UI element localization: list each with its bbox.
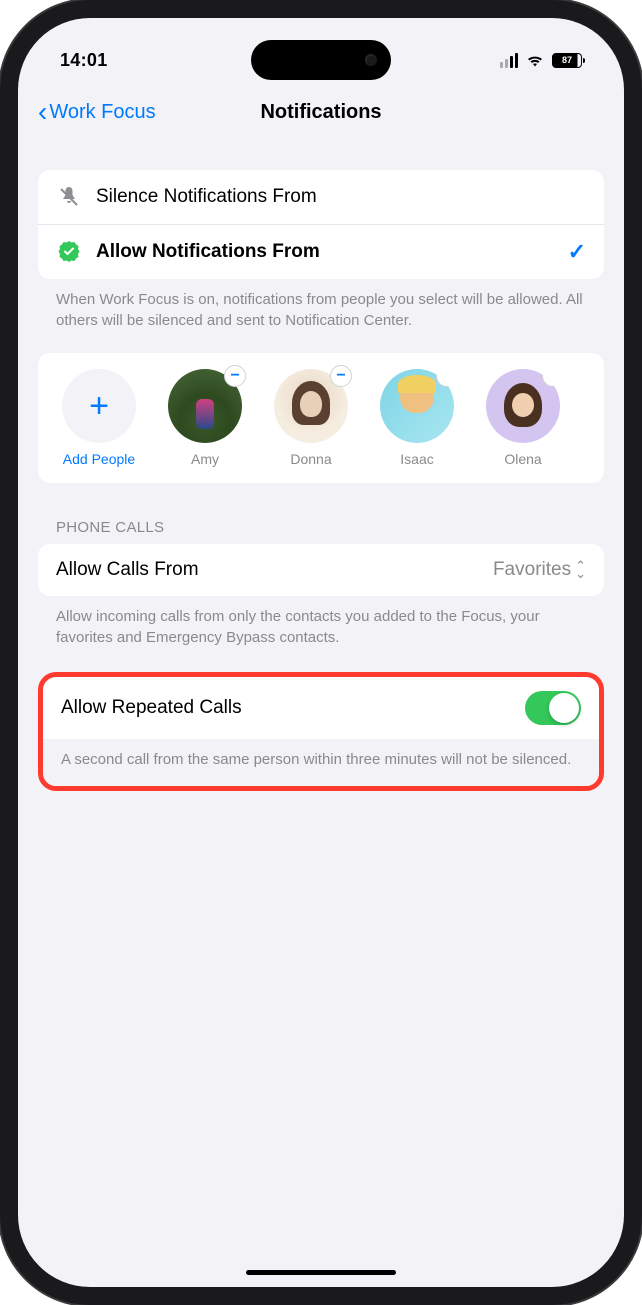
mode-footer: When Work Focus is on, notifications fro… (38, 279, 604, 331)
allow-repeated-calls-row[interactable]: Allow Repeated Calls (43, 677, 599, 739)
wifi-icon (525, 53, 545, 68)
person-olena[interactable]: − Olena (474, 369, 572, 467)
allow-calls-from-row[interactable]: Allow Calls From Favorites ⌃⌄ (38, 544, 604, 596)
person-name: Amy (191, 451, 219, 467)
home-indicator[interactable] (246, 1270, 396, 1275)
notification-mode-group: Silence Notifications From Allow Notific… (38, 170, 604, 279)
person-name: Olena (504, 451, 541, 467)
status-time: 14:01 (60, 50, 108, 71)
allow-calls-group: Allow Calls From Favorites ⌃⌄ (38, 544, 604, 596)
checkmark-seal-icon (56, 239, 82, 265)
avatar: − (486, 369, 560, 443)
chevron-up-down-icon: ⌃⌄ (575, 562, 586, 578)
remove-person-button[interactable]: − (436, 369, 454, 387)
avatar: − (380, 369, 454, 443)
person-name: Isaac (400, 451, 433, 467)
add-people-button[interactable]: + Add People (50, 369, 148, 467)
person-name: Donna (290, 451, 331, 467)
page-title: Notifications (260, 101, 381, 124)
battery-icon: 87 (552, 53, 582, 68)
remove-person-button[interactable]: − (330, 365, 352, 387)
checkmark-icon: ✓ (568, 239, 586, 265)
allow-calls-value: Favorites ⌃⌄ (493, 559, 586, 581)
allow-notifications-row[interactable]: Allow Notifications From ✓ (38, 225, 604, 279)
add-people-label: Add People (63, 451, 135, 467)
remove-person-button[interactable]: − (224, 365, 246, 387)
allow-label: Allow Notifications From (96, 241, 568, 263)
people-group: + Add People − Amy − Donna (38, 353, 604, 483)
chevron-left-icon: ‹ (38, 98, 47, 126)
person-isaac[interactable]: − Isaac (368, 369, 466, 467)
phone-calls-header: PHONE CALLS (38, 483, 604, 544)
avatar: − (274, 369, 348, 443)
bell-slash-icon (56, 184, 82, 210)
remove-person-button[interactable]: − (542, 369, 560, 387)
back-button[interactable]: ‹ Work Focus (38, 98, 156, 126)
allow-calls-footer: Allow incoming calls from only the conta… (38, 596, 604, 648)
repeated-calls-footer: A second call from the same person withi… (43, 739, 599, 786)
repeated-calls-toggle[interactable] (525, 691, 581, 725)
repeated-calls-group: Allow Repeated Calls (43, 677, 599, 739)
nav-header: ‹ Work Focus Notifications (18, 80, 624, 140)
person-donna[interactable]: − Donna (262, 369, 360, 467)
highlighted-section: Allow Repeated Calls A second call from … (38, 672, 604, 791)
silence-label: Silence Notifications From (96, 186, 586, 208)
silence-notifications-row[interactable]: Silence Notifications From (38, 170, 604, 225)
repeated-calls-label: Allow Repeated Calls (61, 697, 525, 719)
plus-icon: + (89, 387, 109, 426)
dynamic-island (251, 40, 391, 80)
cellular-signal-icon (500, 53, 519, 68)
person-amy[interactable]: − Amy (156, 369, 254, 467)
back-label: Work Focus (49, 101, 155, 124)
allow-calls-label: Allow Calls From (56, 559, 493, 581)
avatar: − (168, 369, 242, 443)
